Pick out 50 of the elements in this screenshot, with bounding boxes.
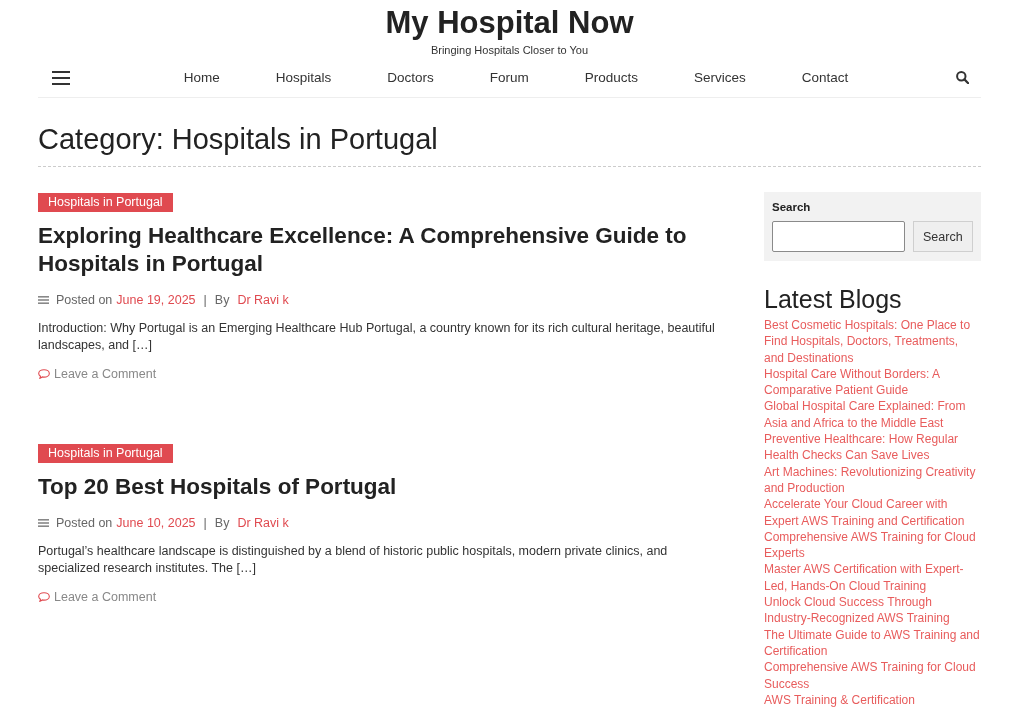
blog-link[interactable]: Comprehensive AWS Training for Cloud Success (764, 659, 981, 692)
blog-link[interactable]: Art Machines: Revolutionizing Creativity and Production (764, 463, 981, 497)
category-tag[interactable]: Hospitals in Portugal (38, 193, 173, 212)
author-link[interactable]: Dr Ravi k (237, 292, 289, 308)
search-field[interactable] (772, 221, 905, 252)
blog-link[interactable]: Global Hospital Care Explained: From Asia and Africa to the Middle East (764, 398, 981, 432)
blog-link[interactable]: Comprehensive AWS Training for Cloud Experts (764, 528, 981, 562)
post-excerpt: Introduction: Why Portugal is an Emerging Healthcare Hub Portugal, a country known for its rich cultural heritage, beautiful landscapes, and […] (38, 320, 716, 354)
post-excerpt: Portugal’s healthcare landscape is distinguished by a blend of historic public hospitals, modern private clinics, and specialized research institutes. The […] (38, 543, 669, 577)
blog-link[interactable]: Master AWS Certification with Expert-Led, Hands-On Cloud Training (764, 561, 981, 595)
search-button[interactable]: Search (913, 221, 973, 252)
post-date[interactable]: June 10, 2025 (116, 515, 196, 531)
blog-link[interactable]: AWS Training & Certification (764, 691, 981, 709)
comment-link[interactable]: Leave a Comment (38, 366, 157, 382)
blog-link[interactable]: Preventive Healthcare: How Regular Health Checks Can Save Lives (764, 431, 981, 464)
meta-separator: | (203, 515, 207, 531)
posted-label: Posted on (56, 515, 113, 531)
search-label: Search (772, 200, 812, 214)
list-icon (38, 519, 49, 527)
category-tag[interactable]: Hospitals in Portugal (38, 444, 173, 463)
nav-link[interactable]: Doctors (387, 70, 434, 85)
blog-link[interactable]: Unlock Cloud Success Through Industry-Recognized AWS Training (764, 594, 981, 627)
site-title[interactable]: My Hospital Now (385, 5, 634, 41)
page-title: Category: Hospitals in Portugal (38, 122, 981, 167)
by-label: By (214, 515, 230, 531)
nav-link[interactable]: Services (694, 70, 746, 85)
post-title[interactable]: Exploring Healthcare Excellence: A Comprehensive Guide to Hospitals in Portugal (38, 222, 724, 278)
nav-link[interactable]: Forum (489, 70, 529, 85)
blog-link[interactable]: Accelerate Your Cloud Career with Expert AWS Training and Certification (764, 496, 981, 529)
search-icon[interactable] (956, 71, 969, 84)
blog-link[interactable]: Best Cosmetic Hospitals: One Place to Find Hospitals, Doctors, Treatments, and Destinations (764, 317, 981, 366)
post-date[interactable]: June 19, 2025 (116, 292, 196, 308)
list-icon (38, 296, 49, 304)
nav-link[interactable]: Home (183, 70, 220, 85)
post-title[interactable]: Top 20 Best Hospitals of Portugal (38, 473, 724, 501)
blog-link[interactable]: Hospital Care Without Borders: A Comparative Patient Guide (764, 365, 981, 399)
nav-link[interactable]: Contact (801, 70, 849, 85)
by-label: By (214, 292, 230, 308)
comment-icon (38, 592, 50, 602)
nav-link[interactable]: Products (584, 70, 639, 85)
author-link[interactable]: Dr Ravi k (237, 515, 289, 531)
tagline: Bringing Hospitals Closer to You (430, 43, 589, 57)
meta-separator: | (203, 292, 207, 308)
comment-icon (38, 369, 50, 379)
nav-link[interactable]: Hospitals (275, 70, 332, 85)
comment-link[interactable]: Leave a Comment (38, 589, 157, 605)
sidebar-heading: Latest Blogs (764, 285, 903, 313)
blog-link[interactable]: The Ultimate Guide to AWS Training and Certification (764, 626, 981, 660)
menu-icon[interactable] (52, 70, 70, 85)
posted-label: Posted on (56, 292, 113, 308)
